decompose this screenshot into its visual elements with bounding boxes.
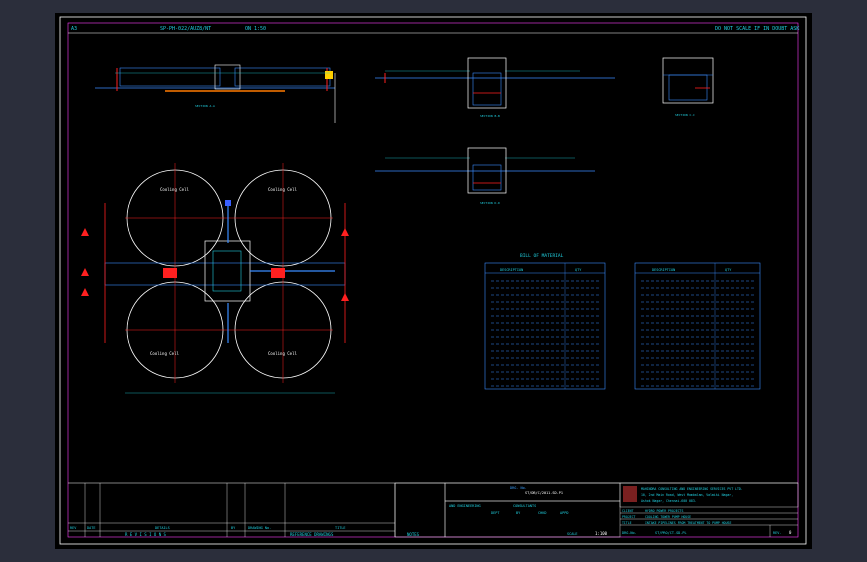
company-line3: Ashok Nagar, Chennai-600 083. <box>641 499 697 503</box>
bom-rows <box>491 280 754 387</box>
company-line1: MAHINDRA CONSULTING AND ENGINEERING SERV… <box>641 487 743 491</box>
drawing-label: DRG.No. <box>622 531 637 535</box>
cooling-cell-label-4: Cooling Cell <box>268 351 297 356</box>
bom-title: BILL OF MATERIAL <box>520 253 564 259</box>
section-a-title: SECTION A-A <box>195 104 215 108</box>
revisions-label: R E V I S I O N S <box>125 532 167 537</box>
cad-viewport[interactable]: A3 SP-PH-022/AUZ8/NT ON 1:50 DO NOT SCAL… <box>0 0 867 562</box>
drg-no: ST/DB/C/2011-SD-P1 <box>525 491 563 495</box>
company-line2: 10, 2nd Main Road, West Mambalam, Valmik… <box>641 493 733 497</box>
sign-chkd: CHKD <box>538 511 546 515</box>
bom-tables: BILL OF MATERIAL DESCRIPTION QTY DESCRIP… <box>484 253 761 390</box>
section-c-title: SECTION C-C <box>675 113 695 117</box>
section-profile-d: SECTION D-D <box>375 147 595 205</box>
sign-appd: APPD <box>560 511 568 515</box>
rev-header-date: DATE <box>87 526 95 530</box>
project-label: PROJECT <box>622 515 636 519</box>
project-value: COOLING TOWER PUMP HOUSE <box>645 515 691 519</box>
section-profile-b: SECTION B-B <box>375 57 615 118</box>
cooling-cell-label-3: Cooling Cell <box>150 351 179 356</box>
scale-warning: DO NOT SCALE IF IN DOUBT ASK <box>715 26 799 32</box>
company-logo <box>623 486 637 502</box>
sign-by: BY <box>516 511 521 515</box>
rev-header-title: TITLE <box>335 526 346 530</box>
notes-label: NOTES <box>407 532 420 537</box>
cooling-cell-label-2: Cooling Cell <box>268 187 297 192</box>
title-value: INTAKE PIPELINES FROM TREATMENT TO PUMP … <box>645 521 731 525</box>
section-profile-a: SECTION A-A <box>95 64 336 123</box>
cooling-cell-label-1: Cooling Cell <box>160 187 189 192</box>
scale-label: SCALE <box>567 532 578 536</box>
rev-label: REV. <box>773 531 781 535</box>
drawing-value: ST/PRO/CT-SD-PL <box>655 531 687 535</box>
rev-header-details: DETAILS <box>155 526 170 530</box>
bom1-desc-header: DESCRIPTION <box>500 268 523 272</box>
bom1-qty-header: QTY <box>575 268 582 272</box>
sign-heading: AND ENGINEERING <box>449 504 481 508</box>
sign-dept: DEPT <box>491 511 500 515</box>
rev-value: 0 <box>789 530 792 535</box>
rev-header-drawing-no: DRAWING No. <box>248 526 271 530</box>
top-ref: SP-PH-022/AUZ8/NT <box>160 26 211 32</box>
client-label: CLIENT <box>622 509 634 513</box>
title-block: REV DATE DETAILS BY DRAWING No. TITLE R … <box>68 482 799 538</box>
sheet-frame <box>59 16 807 545</box>
top-ref2: ON 1:50 <box>245 26 266 32</box>
section-b-title: SECTION B-B <box>480 114 500 118</box>
client-value: HYDRO POWER PROJECTS <box>645 509 683 513</box>
section-profile-c: SECTION C-C <box>662 57 714 117</box>
consultant-heading: CONSULTANTS <box>513 504 536 508</box>
reference-drawings-label: REFERENCE DRAWINGS <box>290 532 334 537</box>
section-d-title: SECTION D-D <box>480 201 500 205</box>
cad-drawing: A3 SP-PH-022/AUZ8/NT ON 1:50 DO NOT SCAL… <box>59 16 807 545</box>
plan-view: Cooling Cell Cooling Cell Cooling Cell C… <box>81 163 349 394</box>
bom2-qty-header: QTY <box>725 268 732 272</box>
rev-header-by: BY <box>231 526 236 530</box>
sheet-size-tag: A3 <box>71 26 77 32</box>
title-label: TITLE <box>622 521 632 525</box>
scale-value: 1:100 <box>595 531 608 536</box>
rev-header-rev: REV <box>70 526 77 530</box>
drg-no-label: DRG. No. <box>510 486 527 490</box>
bom-table-1 <box>484 262 606 390</box>
bom-table-2 <box>634 262 761 390</box>
bom2-desc-header: DESCRIPTION <box>652 268 675 272</box>
drawing-sheet: A3 SP-PH-022/AUZ8/NT ON 1:50 DO NOT SCAL… <box>55 13 812 549</box>
